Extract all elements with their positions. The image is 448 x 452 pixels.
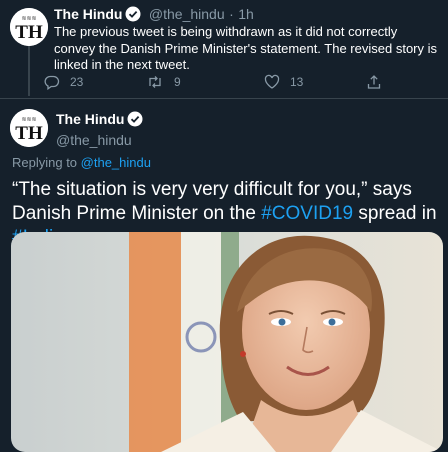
author-handle[interactable]: @the_hindu [149,6,225,22]
tweet2-header: The Hindu @the_hindu [56,111,146,148]
reply-button[interactable]: 23 [44,74,83,90]
tweet-text-part: spread in [353,203,437,224]
retweet-button[interactable]: 9 [146,74,181,90]
tweet-divider [0,98,448,99]
like-count: 13 [290,75,304,89]
retweet-icon [149,76,161,88]
separator-dot: · [229,6,234,22]
avatar[interactable]: ≋≋≋ TH [10,109,48,147]
replying-to: Replying to @the_hindu [12,155,151,170]
avatar[interactable]: ≋≋≋ TH [10,8,48,46]
tweet1-header: The Hindu @the_hindu · 1h [54,6,254,24]
reply-count: 23 [70,75,84,89]
avatar-monogram: TH [15,123,43,144]
share-button[interactable] [366,74,382,90]
verified-badge-icon [125,6,141,22]
like-button[interactable]: 13 [264,74,303,90]
replying-to-handle[interactable]: @the_hindu [81,155,151,170]
share-icon [367,75,381,89]
author-handle[interactable]: @the_hindu [56,132,146,148]
replying-to-label: Replying to [12,155,81,170]
avatar-monogram: TH [15,22,43,43]
hashtag-covid19[interactable]: #COVID19 [261,203,353,224]
like-icon [264,74,280,89]
timestamp[interactable]: 1h [238,6,254,22]
reply-icon [44,75,60,90]
tweet-photo[interactable] [11,232,443,452]
author-name[interactable]: The Hindu [54,6,122,22]
tweet-actions: 23 9 13 [44,74,444,94]
verified-badge-icon [127,111,143,127]
thread-line [28,46,30,96]
tweet-text: The previous tweet is being withdrawn as… [54,24,437,72]
retweet-count: 9 [174,75,181,89]
author-name[interactable]: The Hindu [56,111,124,127]
